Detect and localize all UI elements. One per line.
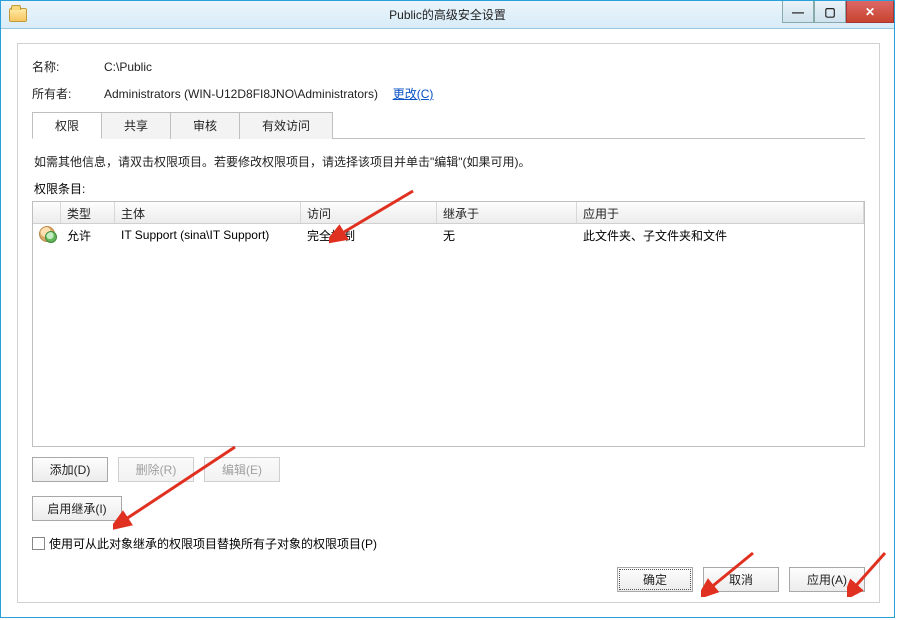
tab-audit[interactable]: 审核: [171, 112, 240, 139]
owner-row: 所有者: Administrators (WIN-U12D8FI8JNO\Adm…: [32, 85, 865, 102]
maximize-button[interactable]: ▢: [814, 1, 846, 23]
close-button[interactable]: ✕: [846, 1, 894, 23]
header-type[interactable]: 类型: [61, 202, 115, 223]
replace-children-checkbox[interactable]: [32, 537, 45, 550]
folder-icon: [9, 8, 27, 22]
tab-permissions[interactable]: 权限: [32, 112, 102, 139]
row-applies: 此文件夹、子文件夹和文件: [577, 224, 864, 247]
cancel-button[interactable]: 取消: [703, 567, 779, 592]
window-title: Public的高级安全设置: [1, 6, 894, 23]
replace-children-label: 使用可从此对象继承的权限项目替换所有子对象的权限项目(P): [49, 535, 377, 552]
name-row: 名称: C:\Public: [32, 58, 865, 75]
row-access: 完全控制: [301, 224, 437, 247]
tab-effective-access[interactable]: 有效访问: [240, 112, 333, 139]
owner-value: Administrators (WIN-U12D8FI8JNO\Administ…: [104, 87, 378, 101]
change-owner-link[interactable]: 更改(C): [393, 85, 434, 102]
window-buttons: — ▢ ✕: [782, 1, 894, 23]
header-applies[interactable]: 应用于: [577, 202, 864, 223]
list-header: 类型 主体 访问 继承于 应用于: [33, 202, 864, 224]
table-row[interactable]: 允许 IT Support (sina\IT Support) 完全控制 无 此…: [33, 224, 864, 246]
add-button[interactable]: 添加(D): [32, 457, 108, 482]
titlebar: Public的高级安全设置 — ▢ ✕: [1, 1, 894, 29]
instruction-text: 如需其他信息，请双击权限项目。若要修改权限项目，请选择该项目并单击"编辑"(如果…: [34, 153, 863, 170]
edit-button: 编辑(E): [204, 457, 280, 482]
dialog-bottom-buttons: 确定 取消 应用(A): [617, 567, 865, 592]
owner-label: 所有者:: [32, 85, 104, 102]
enable-inherit-button[interactable]: 启用继承(I): [32, 496, 122, 521]
user-group-icon: [39, 226, 55, 242]
remove-button: 删除(R): [118, 457, 194, 482]
apply-button[interactable]: 应用(A): [789, 567, 865, 592]
row-inherited: 无: [437, 224, 577, 247]
tab-bar: 权限 共享 审核 有效访问: [32, 112, 865, 139]
security-dialog-window: Public的高级安全设置 — ▢ ✕ 名称: C:\Public 所有者: A…: [0, 0, 895, 618]
header-blank[interactable]: [33, 202, 61, 223]
header-inherited[interactable]: 继承于: [437, 202, 577, 223]
name-label: 名称:: [32, 58, 104, 75]
permission-entries-label: 权限条目:: [34, 180, 863, 197]
name-value: C:\Public: [104, 60, 152, 74]
inherit-row: 启用继承(I): [32, 496, 865, 521]
row-type: 允许: [61, 224, 115, 247]
entry-buttons-row: 添加(D) 删除(R) 编辑(E): [32, 457, 865, 482]
header-access[interactable]: 访问: [301, 202, 437, 223]
dialog-content: 名称: C:\Public 所有者: Administrators (WIN-U…: [17, 43, 880, 603]
replace-children-row: 使用可从此对象继承的权限项目替换所有子对象的权限项目(P): [32, 535, 865, 552]
row-principal: IT Support (sina\IT Support): [115, 225, 301, 245]
minimize-button[interactable]: —: [782, 1, 814, 23]
header-principal[interactable]: 主体: [115, 202, 301, 223]
permission-entries-list[interactable]: 类型 主体 访问 继承于 应用于 允许 IT Support (sina\IT …: [32, 201, 865, 447]
tab-share[interactable]: 共享: [102, 112, 171, 139]
ok-button[interactable]: 确定: [617, 567, 693, 592]
